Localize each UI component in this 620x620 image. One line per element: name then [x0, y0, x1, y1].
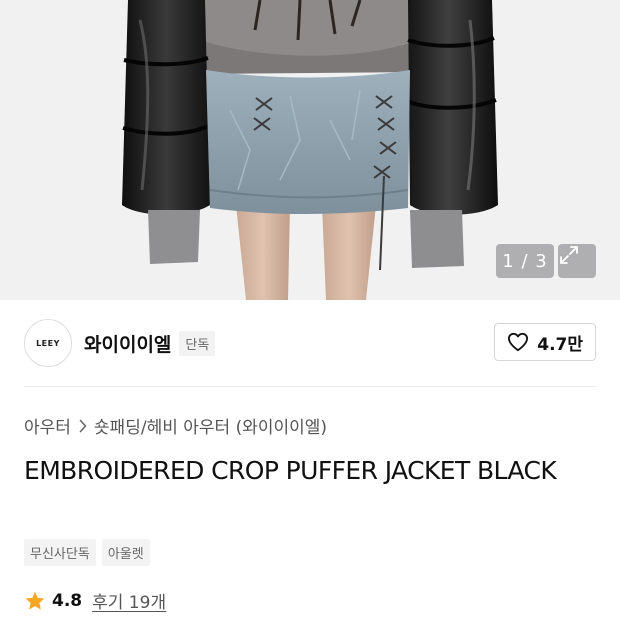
- breadcrumb: 아우터 숏패딩/헤비 아우터 (와이이이엘): [24, 413, 327, 438]
- tag-musinsa-exclusive: 무신사단독: [24, 539, 96, 566]
- brand-logo-text: LEEY: [36, 338, 60, 348]
- breadcrumb-category[interactable]: 아우터: [24, 413, 71, 438]
- reviews-link[interactable]: 후기 19개: [92, 588, 166, 613]
- image-counter: 1 / 3: [496, 244, 554, 278]
- brand-row: LEEY 와이이이엘 단독 4.7만: [24, 318, 596, 368]
- like-button[interactable]: 4.7만: [494, 323, 596, 361]
- breadcrumb-subcategory[interactable]: 숏패딩/헤비 아우터 (와이이이엘): [94, 413, 327, 438]
- heart-outline-icon: [508, 332, 529, 352]
- brand-logo[interactable]: LEEY: [24, 319, 72, 367]
- chevron-right-icon: [79, 419, 87, 432]
- product-image-carousel[interactable]: 1 / 3: [0, 0, 620, 300]
- product-title: EMBROIDERED CROP PUFFER JACKET BLACK: [24, 456, 557, 485]
- star-icon: [25, 591, 45, 610]
- like-count: 4.7만: [537, 334, 583, 355]
- rating-summary: 4.8 후기 19개: [24, 588, 166, 613]
- divider: [24, 386, 596, 387]
- tag-outlet: 아울렛: [101, 539, 150, 566]
- product-tags: 무신사단독 아울렛: [24, 539, 156, 566]
- brand-name[interactable]: 와이이이엘: [84, 330, 171, 357]
- exclusive-badge: 단독: [179, 330, 216, 356]
- rating-score: 4.8: [52, 590, 83, 611]
- expand-image-button[interactable]: [558, 244, 596, 278]
- expand-icon: [560, 246, 578, 264]
